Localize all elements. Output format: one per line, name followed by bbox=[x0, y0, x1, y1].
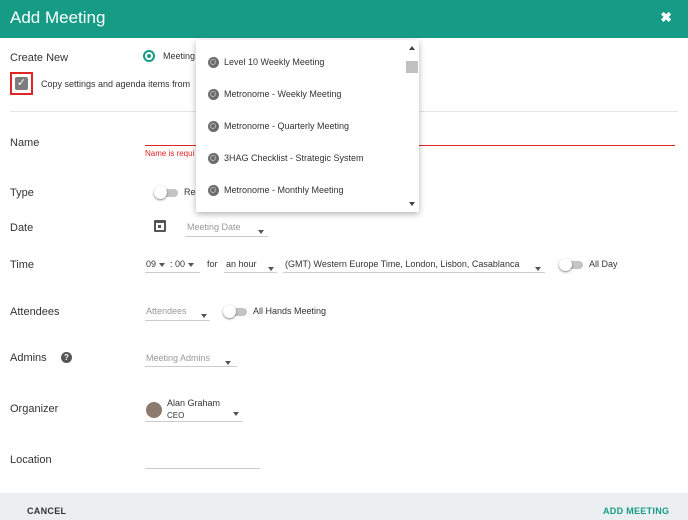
copy-settings-checkbox-highlight[interactable]: ✓ bbox=[10, 72, 33, 95]
copy-settings-label: Copy settings and agenda items from bbox=[41, 79, 191, 89]
globe-icon bbox=[208, 121, 219, 133]
calendar-icon[interactable] bbox=[154, 220, 166, 232]
all-hands-label: All Hands Meeting bbox=[253, 306, 327, 316]
all-day-toggle[interactable] bbox=[559, 258, 583, 271]
add-meeting-button[interactable]: ADD MEETING bbox=[603, 506, 669, 516]
all-day-label: All Day bbox=[589, 259, 618, 269]
attendees-dropdown-icon[interactable] bbox=[201, 307, 207, 325]
dialog-footer: CANCEL ADD MEETING bbox=[0, 493, 688, 520]
list-item[interactable]: Metronome - Weekly Meeting bbox=[208, 89, 341, 101]
location-label: Location bbox=[10, 454, 52, 466]
meeting-radio[interactable] bbox=[143, 50, 155, 62]
checkmark-icon: ✓ bbox=[15, 77, 28, 90]
admins-input[interactable]: Meeting Admins bbox=[146, 353, 210, 363]
scrollbar[interactable] bbox=[405, 40, 419, 212]
globe-icon bbox=[208, 89, 219, 101]
for-label: for bbox=[207, 259, 218, 269]
globe-icon bbox=[208, 185, 219, 197]
type-label: Type bbox=[10, 187, 34, 199]
location-input[interactable] bbox=[145, 452, 260, 469]
duration-underline bbox=[224, 272, 277, 273]
scroll-up-icon[interactable] bbox=[409, 46, 415, 50]
recurring-toggle[interactable] bbox=[154, 186, 178, 199]
list-item[interactable]: Metronome - Monthly Meeting bbox=[208, 185, 344, 197]
avatar bbox=[146, 402, 162, 418]
minute-value: 00 bbox=[175, 259, 186, 269]
all-hands-toggle[interactable] bbox=[223, 305, 247, 318]
organizer-label: Organizer bbox=[10, 403, 59, 415]
close-icon[interactable]: ✖ bbox=[660, 9, 672, 26]
help-icon[interactable]: ? bbox=[61, 352, 72, 363]
chevron-down-icon bbox=[187, 262, 194, 267]
date-input[interactable]: Meeting Date bbox=[187, 222, 241, 232]
timezone-underline bbox=[283, 272, 545, 273]
hour-value: 09 bbox=[146, 259, 157, 269]
admins-label: Admins bbox=[10, 352, 47, 364]
admins-underline bbox=[145, 366, 237, 367]
attendees-label: Attendees bbox=[10, 306, 60, 318]
organizer-role: CEO bbox=[167, 411, 185, 420]
hour-select[interactable]: 09 bbox=[146, 259, 165, 269]
organizer-underline bbox=[145, 421, 243, 422]
date-dropdown-icon[interactable] bbox=[258, 223, 264, 241]
create-new-label: Create New bbox=[10, 52, 69, 64]
copy-from-dropdown[interactable]: Level 10 Weekly Meeting Metronome - Week… bbox=[196, 40, 419, 212]
timezone-select[interactable]: (GMT) Western Europe Time, London, Lisbo… bbox=[285, 259, 519, 269]
date-label: Date bbox=[10, 222, 34, 234]
attendees-input[interactable]: Attendees bbox=[146, 306, 187, 316]
minute-select[interactable]: 00 bbox=[175, 259, 194, 269]
name-error: Name is requi bbox=[145, 149, 195, 158]
list-item[interactable]: Level 10 Weekly Meeting bbox=[208, 57, 324, 69]
scroll-down-icon[interactable] bbox=[409, 202, 415, 206]
globe-icon bbox=[208, 153, 219, 165]
list-item[interactable]: Metronome - Quarterly Meeting bbox=[208, 121, 349, 133]
time-label: Time bbox=[10, 259, 35, 271]
chevron-down-icon bbox=[158, 262, 165, 267]
time-underline bbox=[145, 272, 200, 273]
attendees-underline bbox=[145, 320, 210, 321]
list-item[interactable]: 3HAG Checklist - Strategic System bbox=[208, 153, 364, 165]
meeting-radio-label: Meeting bbox=[163, 51, 196, 61]
scrollbar-thumb[interactable] bbox=[406, 61, 418, 73]
duration-value: an hour bbox=[226, 259, 257, 269]
duration-select[interactable]: an hour bbox=[226, 259, 257, 269]
organizer-name: Alan Graham bbox=[167, 398, 221, 408]
timezone-value: (GMT) Western Europe Time, London, Lisbo… bbox=[285, 259, 520, 269]
cancel-button[interactable]: CANCEL bbox=[27, 506, 66, 516]
globe-icon bbox=[208, 57, 219, 69]
admins-dropdown-icon[interactable] bbox=[225, 354, 231, 372]
duration-dropdown-icon[interactable] bbox=[268, 260, 274, 278]
name-label: Name bbox=[10, 137, 40, 149]
date-underline bbox=[185, 236, 268, 237]
timezone-dropdown-icon[interactable] bbox=[535, 260, 541, 278]
dialog-title: Add Meeting bbox=[10, 8, 106, 27]
dialog-header: Add Meeting ✖ bbox=[0, 0, 688, 38]
